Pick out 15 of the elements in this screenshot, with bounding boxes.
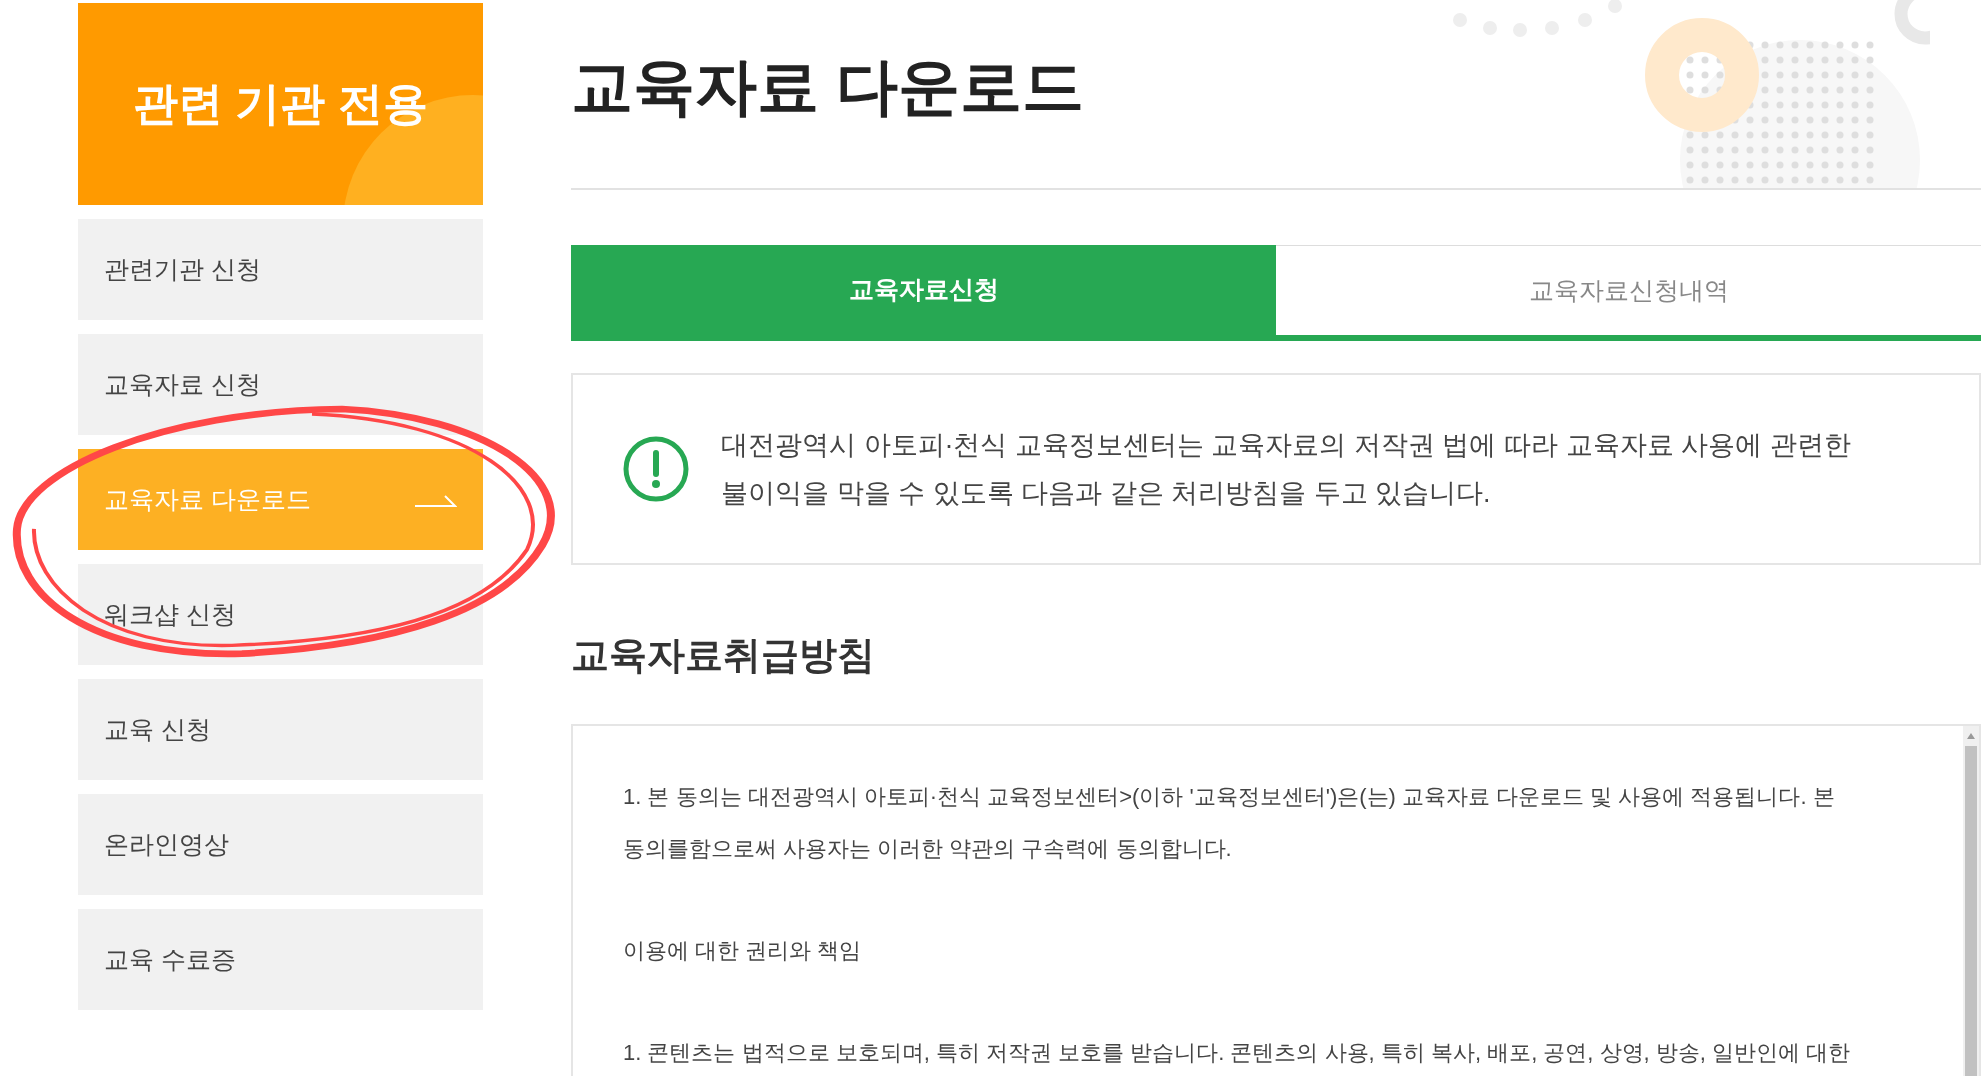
sidebar-item[interactable]: 교육자료 신청	[78, 334, 483, 435]
exclamation-icon	[623, 436, 689, 502]
sidebar-title: 관련 기관 전용	[133, 77, 428, 132]
section-title: 교육자료취급방침	[571, 633, 876, 678]
notice-text: 대전광역시 아토피·천식 교육정보센터는 교육자료의 저작권 법에 따라 교육자료 사용에 관련한 불이익을 막을 수 있도록 다음과 같은 처리방침을 두고 있습니다.	[721, 429, 1852, 510]
terms-paragraph: 이용에 대한 권리와 책임	[623, 937, 863, 965]
terms-paragraph: 1. 본 동의는 대전광역시 아토피·천식 교육정보센터>(이하 '교육정보센터')은(는) 교육자료 다운로드 및 사용에 적용됩니다. 본 동의를함으로써 사용자는 이러한 약관의 구속력에 동의합니다.	[623, 783, 1836, 863]
sidebar-item[interactable]: 교육 신청	[78, 679, 483, 780]
terms-paragraph: 1. 콘텐츠는 법적으로 보호되며, 특히 저작권 보호를 받습니다. 콘텐츠의 사용, 특히 복사, 배포, 공연, 상영, 방송, 일반인에 대한	[623, 1039, 1852, 1067]
sidebar-item[interactable]: 온라인영상	[78, 794, 483, 895]
page-title: 교육자료 다운로드	[571, 51, 1085, 123]
scrollbar-thumb[interactable]	[1965, 746, 1977, 1076]
sidebar-item[interactable]: 관련기관 신청	[78, 219, 483, 320]
scroll-up-icon	[1966, 732, 1976, 740]
sidebar-item[interactable]: 교육 수료증	[78, 909, 483, 1010]
